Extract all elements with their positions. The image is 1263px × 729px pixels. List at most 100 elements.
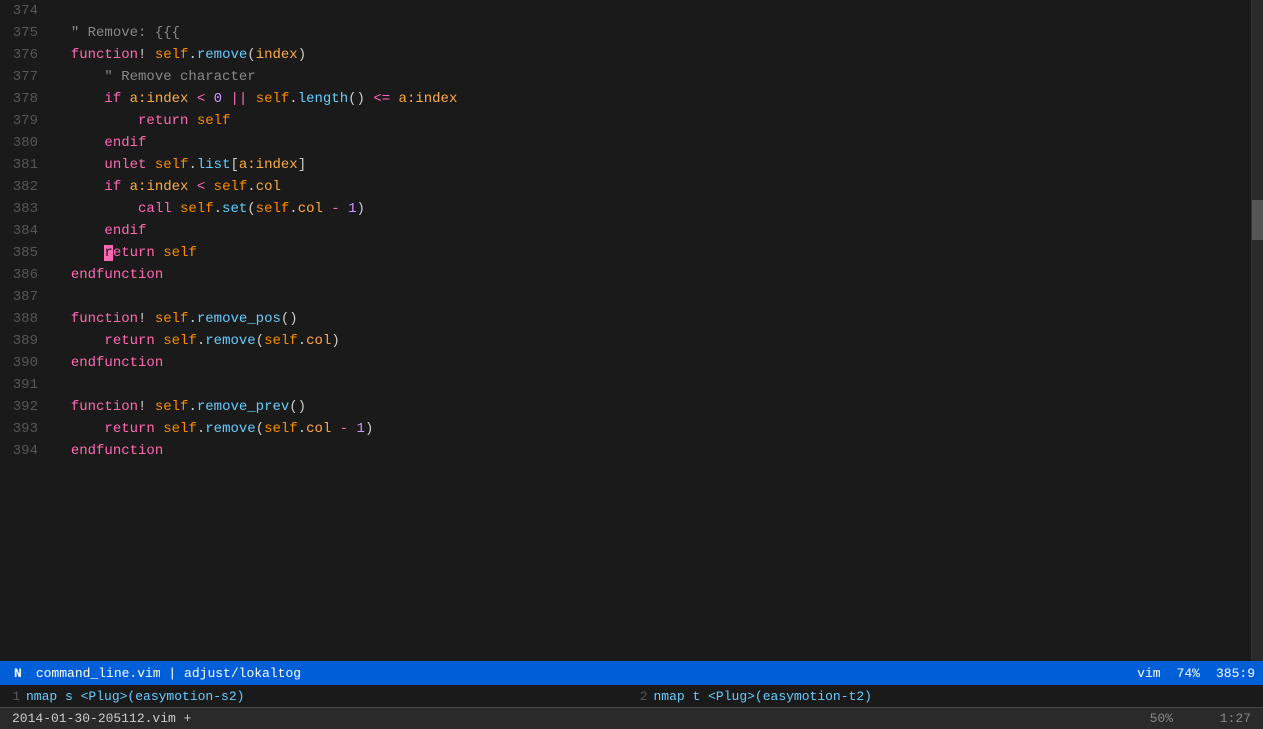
token: endif <box>104 223 146 239</box>
token: remove <box>205 421 255 437</box>
token: 0 <box>214 91 222 107</box>
token <box>54 267 71 283</box>
token: self <box>256 91 290 107</box>
code-line: 384 endif <box>0 220 1251 242</box>
line-content: endif <box>50 132 1251 154</box>
token <box>121 179 129 195</box>
token: < <box>188 91 213 107</box>
line-content: return self.remove(self.col) <box>50 330 1251 352</box>
scrollbar[interactable] <box>1251 0 1263 661</box>
code-line: 391 <box>0 374 1251 396</box>
code-line: 376 function! self.remove(index) <box>0 44 1251 66</box>
token: < <box>188 179 213 195</box>
token: . <box>289 91 297 107</box>
token: . <box>197 333 205 349</box>
line-content: unlet self.list[a:index] <box>50 154 1251 176</box>
token <box>54 25 71 41</box>
token <box>155 421 163 437</box>
line-number: 378 <box>0 88 50 110</box>
token: . <box>188 311 196 327</box>
line-number: 374 <box>0 0 50 22</box>
cmd-content: nmap s <Plug>(easymotion-s2) <box>26 689 244 704</box>
status-position: 385:9 <box>1216 666 1255 681</box>
code-line: 381 unlet self.list[a:index] <box>0 154 1251 176</box>
token: . <box>298 333 306 349</box>
status-filetype: vim <box>1137 666 1160 681</box>
status-percent: 74% <box>1177 666 1200 681</box>
tab-percent: 50% <box>1150 711 1173 726</box>
token: col <box>306 333 331 349</box>
token: remove_prev <box>197 399 289 415</box>
token: <= <box>365 91 399 107</box>
token: 1 <box>348 201 356 217</box>
token: self <box>163 245 197 261</box>
token <box>155 333 163 349</box>
command-area: 1nmap s <Plug>(easymotion-s2)2nmap t <Pl… <box>0 685 1263 707</box>
token <box>54 69 104 85</box>
token: . <box>298 421 306 437</box>
token: . <box>188 47 196 63</box>
token <box>54 311 71 327</box>
line-content: function! self.remove(index) <box>50 44 1251 66</box>
line-content: function! self.remove_prev() <box>50 396 1251 418</box>
code-line: 393 return self.remove(self.col - 1) <box>0 418 1251 440</box>
line-content: return self.remove(self.col - 1) <box>50 418 1251 440</box>
token: " Remove character <box>104 69 255 85</box>
token: return <box>104 333 154 349</box>
tab-file: 2014-01-30-205112.vim + <box>4 711 199 726</box>
vim-mode: N <box>8 666 28 681</box>
line-content: endfunction <box>50 264 1251 286</box>
token: self <box>180 201 214 217</box>
line-number: 386 <box>0 264 50 286</box>
line-number: 385 <box>0 242 50 264</box>
line-number: 382 <box>0 176 50 198</box>
token: . <box>247 179 255 195</box>
token: endif <box>104 135 146 151</box>
token: a:index <box>130 179 189 195</box>
token: a:index <box>239 157 298 173</box>
line-number: 390 <box>0 352 50 374</box>
status-file: command_line.vim | adjust/lokaltog <box>36 666 1137 681</box>
token: - <box>331 421 356 437</box>
line-content: return self <box>50 110 1251 132</box>
cmd-line: 1nmap s <Plug>(easymotion-s2) <box>4 689 632 704</box>
tab-position: 1:27 <box>1220 711 1251 726</box>
token <box>155 245 163 261</box>
token <box>54 135 104 151</box>
token: call <box>138 201 172 217</box>
code-line: 387 <box>0 286 1251 308</box>
token: col <box>306 421 331 437</box>
line-number: 394 <box>0 440 50 462</box>
code-line: 394 endfunction <box>0 440 1251 462</box>
token: a:index <box>130 91 189 107</box>
code-line: 380 endif <box>0 132 1251 154</box>
token: length <box>298 91 348 107</box>
line-content <box>50 0 1251 22</box>
code-line: 383 call self.set(self.col - 1) <box>0 198 1251 220</box>
token <box>54 179 104 195</box>
token: ( <box>256 421 264 437</box>
token: self <box>214 179 248 195</box>
code-line: 378 if a:index < 0 || self.length() <= a… <box>0 88 1251 110</box>
line-content: if a:index < self.col <box>50 176 1251 198</box>
editor-area: 374375 " Remove: {{{376 function! self.r… <box>0 0 1263 661</box>
token: . <box>188 399 196 415</box>
line-number: 376 <box>0 44 50 66</box>
token: self <box>155 399 189 415</box>
line-number: 377 <box>0 66 50 88</box>
code-line: 386 endfunction <box>0 264 1251 286</box>
code-line: 379 return self <box>0 110 1251 132</box>
token: ) <box>357 201 365 217</box>
token: unlet <box>104 157 146 173</box>
line-number: 383 <box>0 198 50 220</box>
scrollbar-thumb[interactable] <box>1252 200 1263 240</box>
token: function <box>71 47 138 63</box>
token: set <box>222 201 247 217</box>
token: a:index <box>399 91 458 107</box>
code-area[interactable]: 374375 " Remove: {{{376 function! self.r… <box>0 0 1251 661</box>
token: ( <box>256 333 264 349</box>
token: self <box>163 421 197 437</box>
token: function <box>71 311 138 327</box>
token: ! <box>138 311 155 327</box>
code-line: 374 <box>0 0 1251 22</box>
